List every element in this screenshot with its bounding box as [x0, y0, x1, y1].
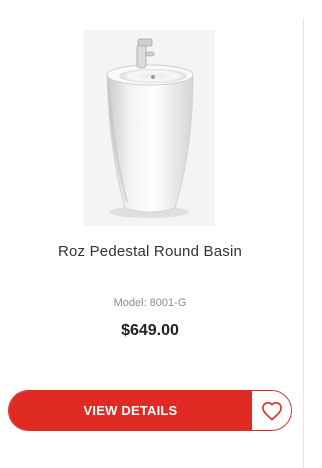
view-details-button[interactable]: VIEW DETAILS	[9, 391, 252, 430]
product-action-bar: VIEW DETAILS	[8, 390, 292, 431]
wishlist-button[interactable]	[252, 391, 291, 430]
product-name[interactable]: Roz Pedestal Round Basin	[0, 243, 300, 260]
pedestal-basin-image	[83, 30, 215, 226]
product-model: Model: 8001-G	[113, 297, 187, 309]
card-divider	[303, 18, 304, 468]
product-price: $649.00	[121, 322, 179, 339]
product-card: Roz Pedestal Round Basin Model: 8001-G $…	[0, 0, 322, 468]
heart-icon	[261, 401, 282, 420]
product-image[interactable]	[83, 30, 215, 226]
